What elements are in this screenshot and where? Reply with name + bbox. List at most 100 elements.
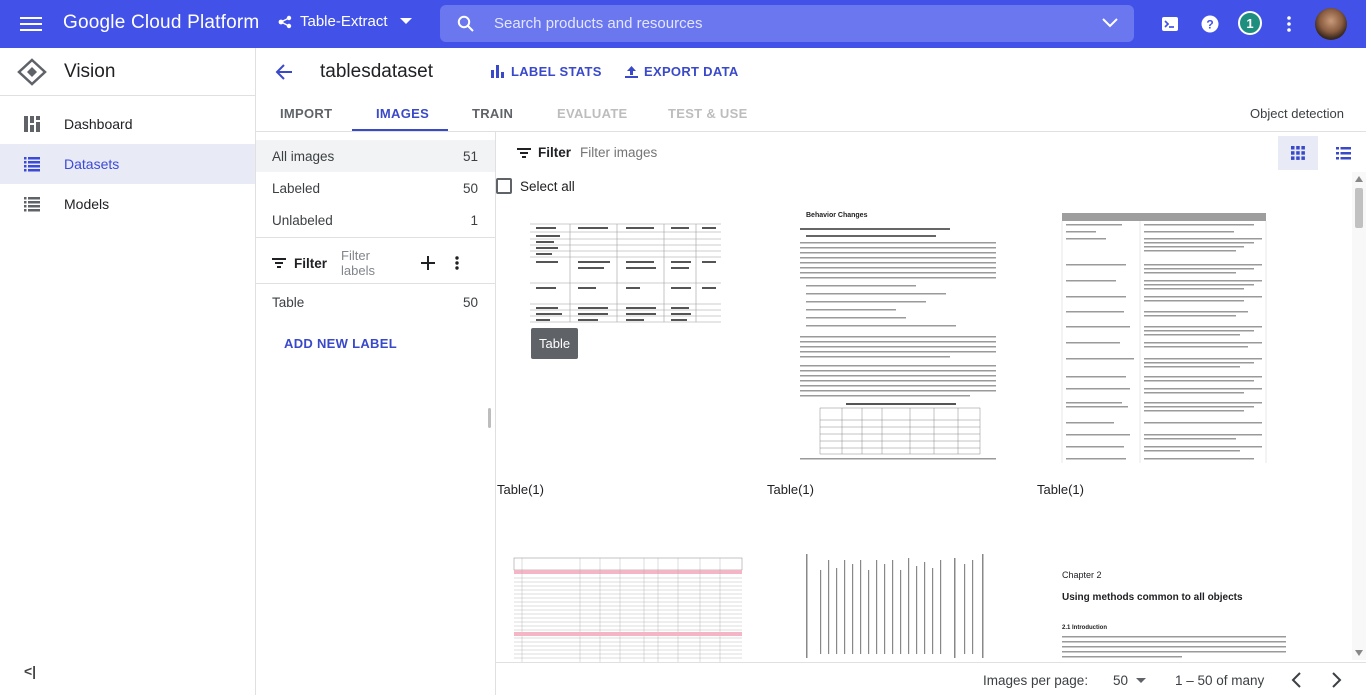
- label-tooltip: Table: [531, 328, 579, 359]
- notifications-badge[interactable]: 1: [1238, 11, 1262, 35]
- grid-view-button[interactable]: [1278, 136, 1318, 170]
- tab-test-use[interactable]: TEST & USE: [668, 106, 748, 121]
- table-document-image: [530, 218, 730, 328]
- cloud-shell-icon[interactable]: [1159, 13, 1181, 35]
- image-thumbnail[interactable]: [786, 550, 1036, 662]
- table-document-image: [513, 557, 743, 662]
- expand-search-icon[interactable]: [1102, 18, 1118, 28]
- select-all-checkbox[interactable]: [496, 178, 512, 194]
- rotated-table-image: [806, 554, 984, 658]
- vision-logo-icon: [17, 58, 47, 86]
- filter-all-images[interactable]: All images 51: [256, 140, 495, 172]
- grid-view-icon: [1291, 146, 1305, 160]
- list-view-button[interactable]: [1323, 136, 1363, 170]
- filter-label: Filter: [538, 145, 572, 160]
- select-all-row: Select all: [496, 178, 575, 194]
- brand-title[interactable]: Google Cloud Platform: [63, 12, 259, 34]
- project-selector[interactable]: Table-Extract: [278, 13, 412, 30]
- row-label: Labeled: [272, 180, 321, 196]
- row-label: Unlabeled: [272, 212, 333, 228]
- dataset-name: tablesdataset: [320, 61, 434, 82]
- page-range: 1 – 50 of many: [1175, 673, 1265, 688]
- active-tab-indicator: [352, 129, 448, 131]
- label-name: Table: [272, 294, 305, 310]
- search-icon: [457, 15, 474, 32]
- filter-labels-input[interactable]: Filter labels: [341, 248, 407, 278]
- filter-icon: [272, 258, 286, 268]
- label-stats-label: LABEL STATS: [511, 64, 602, 79]
- dropdown-arrow-icon: [1136, 677, 1147, 683]
- tab-train[interactable]: TRAIN: [472, 106, 513, 121]
- search-bar[interactable]: [440, 5, 1134, 42]
- image-thumbnail[interactable]: Chapter 2 Using methods common to all ob…: [1056, 550, 1306, 662]
- svg-text:?: ?: [1206, 18, 1213, 32]
- sidebar-item-models[interactable]: Models: [0, 184, 255, 224]
- doc-heading: Behavior Changes: [806, 212, 868, 219]
- sidebar-item-label: Dashboard: [64, 116, 133, 132]
- project-name: Table-Extract: [300, 13, 388, 30]
- scroll-up-icon[interactable]: [1355, 176, 1363, 182]
- filter-unlabeled[interactable]: Unlabeled 1: [256, 204, 495, 236]
- more-vert-icon[interactable]: [1278, 13, 1300, 35]
- export-data-button[interactable]: EXPORT DATA: [625, 64, 739, 79]
- export-data-label: EXPORT DATA: [644, 64, 739, 79]
- label-stats-button[interactable]: LABEL STATS: [491, 64, 602, 79]
- add-new-label-button[interactable]: ADD NEW LABEL: [284, 336, 397, 351]
- main-menu-icon[interactable]: [20, 14, 42, 34]
- list-view-icon: [1335, 146, 1351, 159]
- vertical-scrollbar[interactable]: [1352, 172, 1366, 660]
- tab-images[interactable]: IMAGES: [376, 106, 429, 121]
- previous-page-icon[interactable]: [1291, 672, 1301, 688]
- image-thumbnail[interactable]: [1056, 208, 1306, 463]
- divider: [256, 237, 495, 238]
- upload-icon: [625, 66, 638, 78]
- scroll-down-icon[interactable]: [1355, 650, 1363, 656]
- resize-handle[interactable]: [488, 408, 491, 428]
- image-thumbnail[interactable]: Behavior Changes: [786, 208, 1036, 463]
- model-type-label: Object detection: [1250, 106, 1344, 121]
- back-arrow-icon[interactable]: [275, 63, 293, 81]
- pagination-footer: Images per page: 50 1 – 50 of many: [496, 662, 1366, 695]
- sidebar-item-label: Models: [64, 196, 110, 212]
- sidebar-item-dashboard[interactable]: Dashboard: [0, 104, 255, 144]
- image-toolbar: Filter: [496, 132, 1366, 174]
- search-input[interactable]: [494, 15, 1054, 32]
- scrollbar-thumb[interactable]: [1355, 188, 1363, 228]
- text-document-image: [1062, 636, 1286, 658]
- sidebar-item-datasets[interactable]: Datasets: [0, 144, 255, 184]
- more-vert-icon[interactable]: [455, 256, 459, 270]
- next-page-icon[interactable]: [1332, 672, 1342, 688]
- sidebar: Vision Dashboard Datasets Models <|: [0, 48, 256, 695]
- tab-import[interactable]: IMPORT: [280, 106, 332, 121]
- divider: [256, 283, 495, 284]
- label-row-table[interactable]: Table 50: [256, 286, 495, 318]
- image-caption: Table(1): [497, 482, 544, 497]
- bar-chart-icon: [491, 65, 504, 78]
- row-count: 51: [462, 148, 478, 164]
- filter-label: Filter: [294, 255, 328, 271]
- sidebar-header: Vision: [0, 48, 255, 96]
- row-label: All images: [272, 148, 335, 164]
- per-page-value: 50: [1113, 673, 1129, 688]
- label-filter-bar: Filter Filter labels: [272, 248, 459, 278]
- tab-evaluate[interactable]: EVALUATE: [557, 106, 628, 121]
- dataset-header: tablesdataset LABEL STATS EXPORT DATA: [256, 48, 1366, 96]
- top-bar: Google Cloud Platform Table-Extract ? 1: [0, 0, 1366, 48]
- label-count: 50: [462, 294, 478, 310]
- collapse-sidebar-button[interactable]: <|: [24, 663, 36, 679]
- sidebar-item-label: Datasets: [64, 156, 120, 172]
- label-filter-panel: All images 51 Labeled 50 Unlabeled 1 Fil…: [256, 132, 496, 695]
- avatar[interactable]: [1315, 8, 1347, 40]
- per-page-select[interactable]: 50: [1113, 673, 1147, 688]
- product-title: Vision: [64, 60, 116, 82]
- help-icon[interactable]: ?: [1199, 13, 1221, 35]
- add-icon[interactable]: [421, 256, 436, 270]
- table-document-image: [1061, 213, 1267, 463]
- image-thumbnail[interactable]: [506, 550, 756, 662]
- filter-images-input[interactable]: [580, 145, 880, 160]
- list-icon: [24, 157, 40, 172]
- image-grid-area: Filter Select all Table Table(1) Behavio…: [496, 132, 1366, 695]
- project-hub-icon: [278, 15, 292, 28]
- filter-icon: [517, 148, 531, 158]
- filter-labeled[interactable]: Labeled 50: [256, 172, 495, 204]
